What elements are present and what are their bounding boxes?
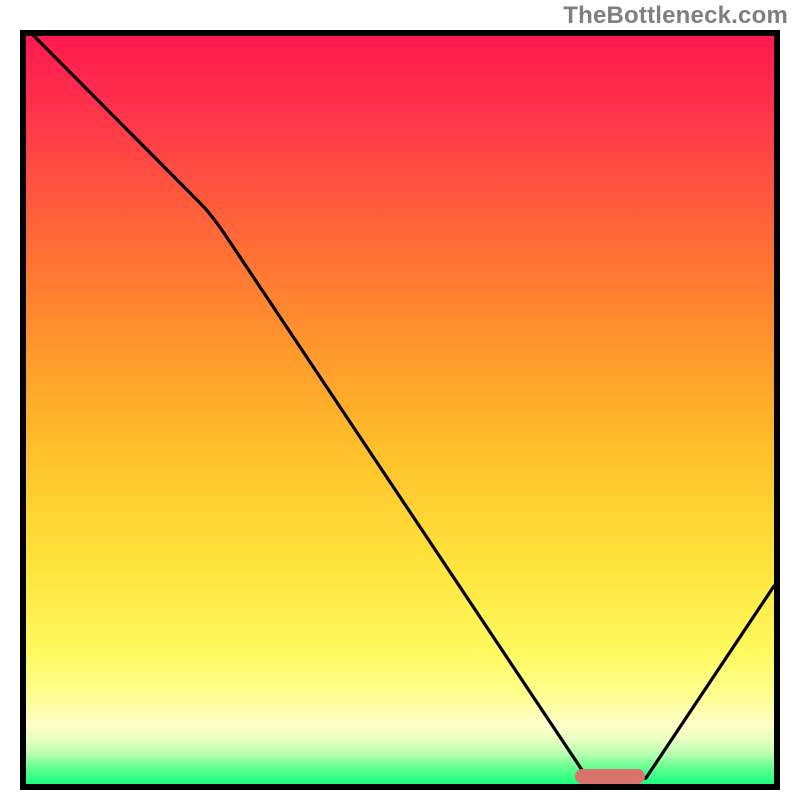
bottleneck-curve (26, 36, 774, 784)
optimal-range-marker (575, 769, 645, 784)
watermark-text: TheBottleneck.com (563, 2, 788, 30)
curve-path (34, 36, 774, 781)
plot-area (20, 30, 780, 790)
chart-container: TheBottleneck.com (0, 0, 800, 800)
